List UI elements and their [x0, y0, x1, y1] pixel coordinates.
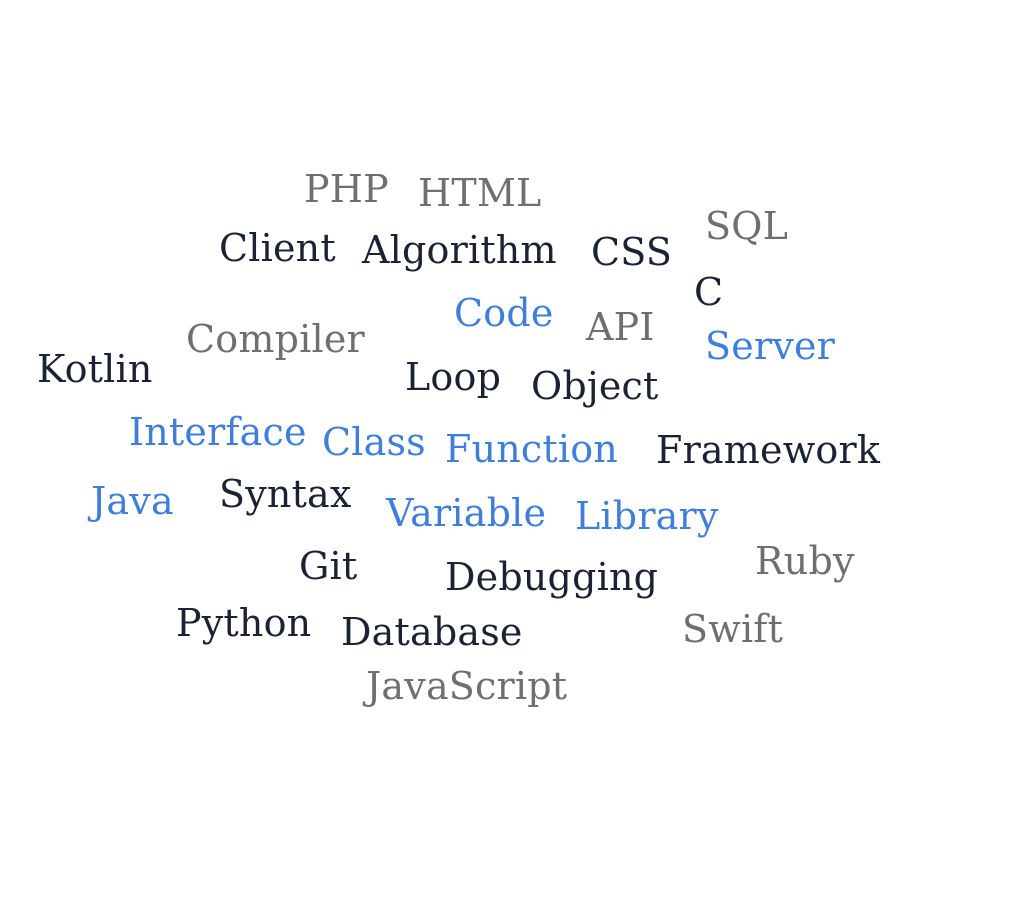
word-code[interactable]: Code	[454, 294, 554, 332]
word-html[interactable]: HTML	[418, 174, 541, 212]
word-client[interactable]: Client	[219, 229, 336, 267]
word-server[interactable]: Server	[705, 327, 835, 365]
word-interface[interactable]: Interface	[129, 413, 307, 451]
word-sql[interactable]: SQL	[705, 207, 788, 245]
word-python[interactable]: Python	[176, 604, 311, 642]
word-syntax[interactable]: Syntax	[219, 475, 352, 513]
word-css[interactable]: CSS	[591, 233, 672, 271]
word-algorithm[interactable]: Algorithm	[362, 231, 557, 269]
word-api[interactable]: API	[586, 308, 655, 346]
word-library[interactable]: Library	[575, 497, 719, 535]
word-database[interactable]: Database	[341, 613, 523, 651]
word-loop[interactable]: Loop	[405, 358, 501, 396]
word-ruby[interactable]: Ruby	[755, 542, 855, 580]
word-compiler[interactable]: Compiler	[186, 320, 365, 358]
word-javascript[interactable]: JavaScript	[366, 667, 567, 705]
word-c[interactable]: C	[694, 273, 723, 311]
word-debugging[interactable]: Debugging	[445, 558, 658, 596]
word-cloud: PHP HTML SQL Client Algorithm CSS C Code…	[0, 0, 1024, 920]
word-variable[interactable]: Variable	[386, 494, 546, 532]
word-class[interactable]: Class	[322, 423, 426, 461]
word-kotlin[interactable]: Kotlin	[37, 350, 153, 388]
word-function[interactable]: Function	[445, 430, 618, 468]
word-framework[interactable]: Framework	[656, 431, 880, 469]
word-java[interactable]: Java	[91, 482, 174, 520]
word-swift[interactable]: Swift	[682, 610, 783, 648]
word-object[interactable]: Object	[531, 367, 659, 405]
word-git[interactable]: Git	[299, 547, 357, 585]
word-php[interactable]: PHP	[304, 170, 389, 208]
